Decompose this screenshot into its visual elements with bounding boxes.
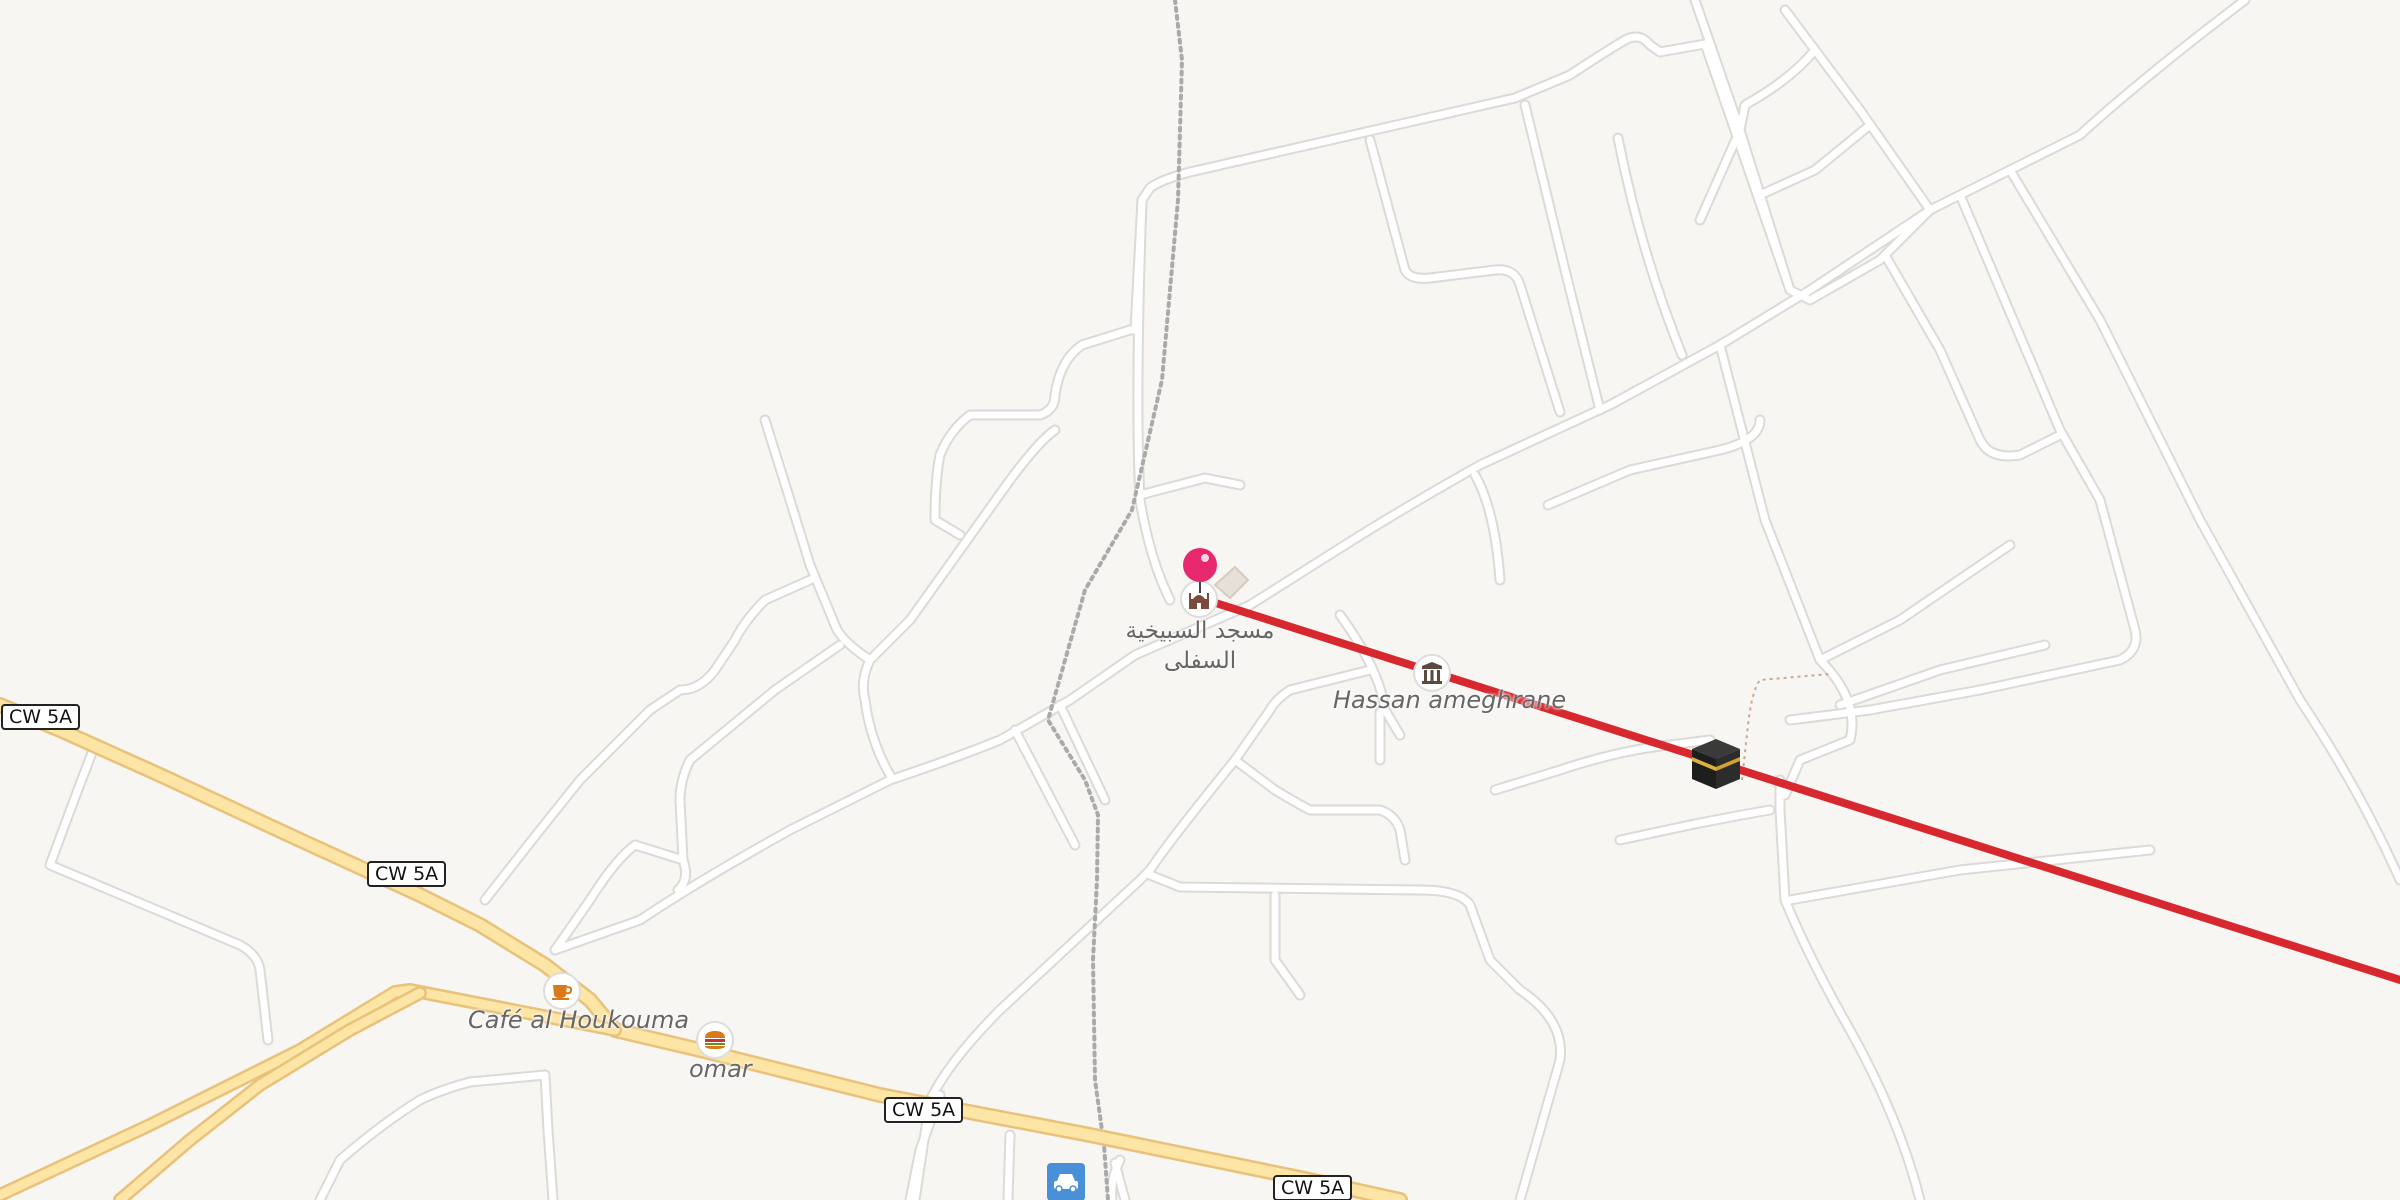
car-icon[interactable] (1047, 1163, 1085, 1200)
place-label-omar: omar (689, 1055, 752, 1083)
road-shield-cw5a: CW 5A (367, 861, 447, 887)
place-label-hassan: Hassan ameghrane (1333, 686, 1567, 714)
road-shield-cw5a: CW 5A (1273, 1175, 1353, 1200)
burger-icon[interactable] (696, 1021, 734, 1059)
kaaba-icon[interactable] (1688, 735, 1744, 795)
road-shield-cw5a: CW 5A (1, 704, 81, 730)
mosque-label-line1: مسجد السبيخية (1125, 618, 1275, 644)
coffee-cup-icon[interactable] (543, 972, 581, 1010)
road-shield-cw5a: CW 5A (884, 1097, 964, 1123)
place-label-cafe: Café al Houkouma (468, 1006, 690, 1034)
map-canvas[interactable]: CW 5A CW 5A CW 5A CW 5A مسجد السبيخية ال… (0, 0, 2400, 1200)
mosque-label: مسجد السبيخية السفلى (1100, 616, 1300, 676)
marker-pin-icon[interactable] (1182, 547, 1218, 597)
mosque-label-line2: السفلى (1163, 648, 1237, 674)
